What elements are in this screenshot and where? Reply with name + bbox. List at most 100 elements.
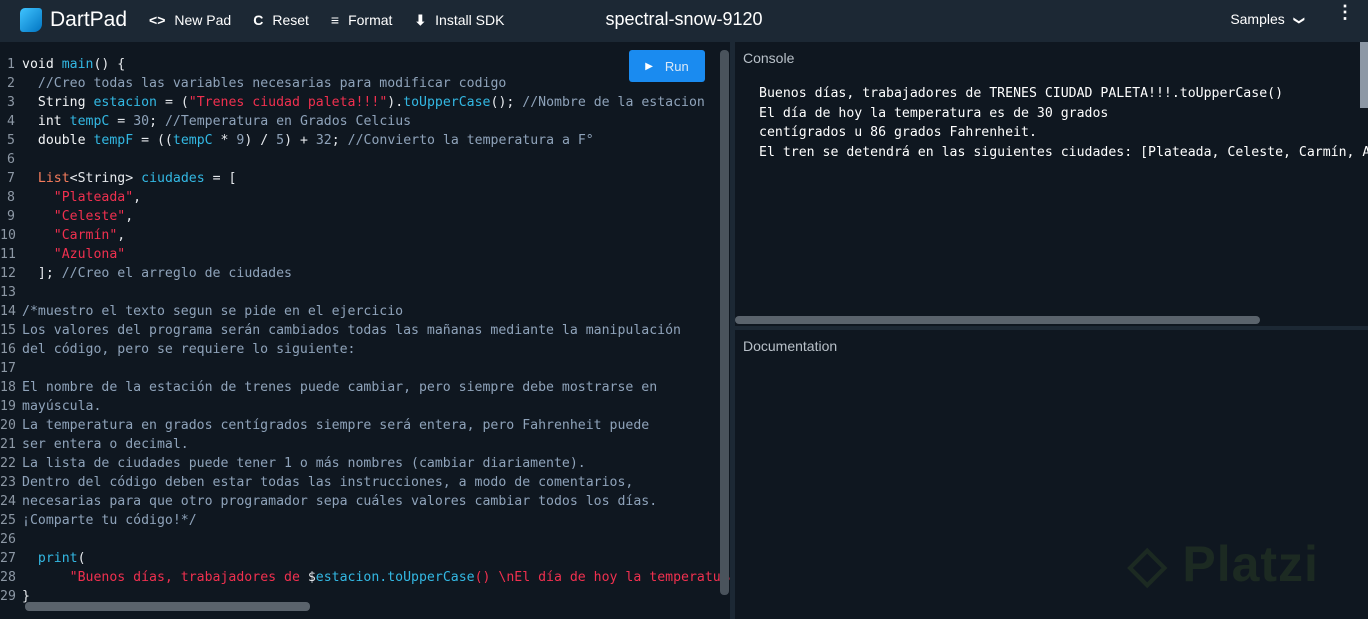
code-token-com: //Creo todas las variables necesarias pa… [37,76,507,91]
more-menu-icon[interactable]: ⋮ [1336,3,1354,21]
code-token-num: 30 [133,114,150,129]
console-output: Buenos días, trabajadores de TRENES CIUD… [759,86,1368,160]
code-text: ¡Comparte tu código!*/ [22,511,197,530]
line-number: 20 [0,418,16,433]
code-line[interactable]: 13 [0,283,730,302]
code-line[interactable]: 12 ]; //Creo el arreglo de ciudades [0,264,730,283]
console-horizontal-scrollbar[interactable] [735,316,1260,324]
reset-label: Reset [272,12,309,28]
code-line[interactable]: 10 "Carmín", [0,226,730,245]
code-token-com: El nombre de la estación de trenes puede… [22,380,658,395]
code-line[interactable]: 5 double tempF = ((tempC * 9) / 5) + 32;… [0,131,730,150]
refresh-icon: C [253,12,264,28]
code-token-pl: = (( [133,133,173,148]
code-line[interactable]: 17 [0,359,730,378]
code-line[interactable]: 9 "Celeste", [0,207,730,226]
code-token-pl: ) / [244,133,277,148]
code-token-id: ciudades [141,171,205,186]
code-line[interactable]: 2 //Creo todas las variables necesarias … [0,74,730,93]
install-sdk-label: Install SDK [435,12,505,28]
code-token-com: //Nombre de la estacion [522,95,705,110]
run-button[interactable]: ▶ Run [629,50,705,82]
code-line[interactable]: 3 String estacion = ("Trenes ciudad pale… [0,93,730,112]
format-icon: ≡ [330,12,340,28]
code-line[interactable]: 21 ser entera o decimal. [0,435,730,454]
code-editor[interactable]: 1 void main() {2 //Creo todas las variabl… [0,42,730,619]
console-label: Console [743,50,795,66]
dartpad-logo[interactable]: DartPad [20,8,127,32]
install-sdk-button[interactable]: ⬇ Install SDK [414,12,504,29]
line-number: 22 [0,456,16,471]
editor-vertical-scrollbar[interactable] [720,50,729,595]
code-line[interactable]: 22 La lista de ciudades puede tener 1 o m… [0,454,730,473]
app-header: DartPad <> New Pad C Reset ≡ Format ⬇ Instal… [0,0,1368,40]
code-line[interactable]: 20 La temperatura en grados centígrados s… [0,416,730,435]
code-line[interactable]: 27 print( [0,549,730,568]
code-token-kw: double [37,133,94,148]
code-text: "Carmín", [22,226,125,245]
line-number: 25 [0,513,16,528]
code-line[interactable]: 24 necesarias para que otro programador s… [0,492,730,511]
reset-button[interactable]: C Reset [253,12,309,28]
code-line[interactable]: 19 mayúscula. [0,397,730,416]
code-token-str: "Celeste" [53,209,126,224]
code-line[interactable]: 15 Los valores del programa serán cambiad… [0,321,730,340]
code-token-pl: <String> [69,171,142,186]
format-button[interactable]: ≡ Format [331,12,393,28]
code-text: int tempC = 30; //Temperatura en Grados … [22,112,411,131]
dart-logo-icon [20,8,42,32]
code-line[interactable]: 18 El nombre de la estación de trenes pue… [0,378,730,397]
code-line[interactable]: 11 "Azulona" [0,245,730,264]
line-number: 27 [0,551,16,566]
code-line[interactable]: 28 "Buenos días, trabajadores de $estaci… [0,568,730,587]
code-line[interactable]: 7 List<String> ciudades = [ [0,169,730,188]
code-line[interactable]: 26 [0,530,730,549]
code-token-com: Dentro del código deben estar todas las … [22,475,634,490]
console-panel: Console Buenos días, trabajadores de TRE… [735,42,1368,326]
editor-horizontal-scrollbar[interactable] [25,602,310,611]
code-line[interactable]: 4 int tempC = 30; //Temperatura en Grado… [0,112,730,131]
code-lines[interactable]: 1 void main() {2 //Creo todas las variabl… [0,55,730,606]
code-line[interactable]: 23 Dentro del código deben estar todas la… [0,473,730,492]
line-number: 17 [0,361,16,376]
new-pad-button[interactable]: <> New Pad [149,12,231,28]
code-token-id: estacion.toUpperCase [315,570,475,585]
line-number: 8 [7,190,15,205]
code-token-com: La temperatura en grados centígrados sie… [22,418,650,433]
run-label: Run [664,58,689,74]
console-vertical-scrollbar[interactable] [1360,42,1368,108]
code-text: double tempF = ((tempC * 9) / 5) + 32; /… [22,131,594,150]
line-number: 21 [0,437,16,452]
code-token-pl: ) + [284,133,316,148]
download-icon: ⬇ [414,11,427,28]
code-line[interactable]: 16 del código, pero se requiere lo siguie… [0,340,730,359]
line-number: 11 [0,247,16,262]
code-text: void main() { [22,55,125,74]
code-line[interactable]: 6 [0,150,730,169]
code-text: /*muestro el texto segun se pide en el e… [22,302,403,321]
code-text: String estacion = ("Trenes ciudad paleta… [22,93,705,112]
code-line[interactable]: 8 "Plateada", [0,188,730,207]
code-token-pl: , [117,228,126,243]
line-number: 19 [0,399,16,414]
code-text: La lista de ciudades puede tener 1 o más… [22,454,586,473]
code-line[interactable]: 25 ¡Comparte tu código!*/ [0,511,730,530]
line-number: 6 [7,152,15,167]
new-pad-label: New Pad [174,12,232,28]
line-number: 9 [7,209,15,224]
documentation-label: Documentation [743,338,838,354]
samples-dropdown[interactable]: Samples ❯ [1230,11,1305,27]
code-line[interactable]: 14 /*muestro el texto segun se pide en el… [0,302,730,321]
code-token-pl: ; [331,133,348,148]
code-line[interactable]: 1 void main() { [0,55,730,74]
code-token-num: 32 [315,133,332,148]
code-text: "Celeste", [22,207,133,226]
code-token-str: "Buenos días, trabajadores de [69,570,308,585]
line-number: 13 [0,285,16,300]
